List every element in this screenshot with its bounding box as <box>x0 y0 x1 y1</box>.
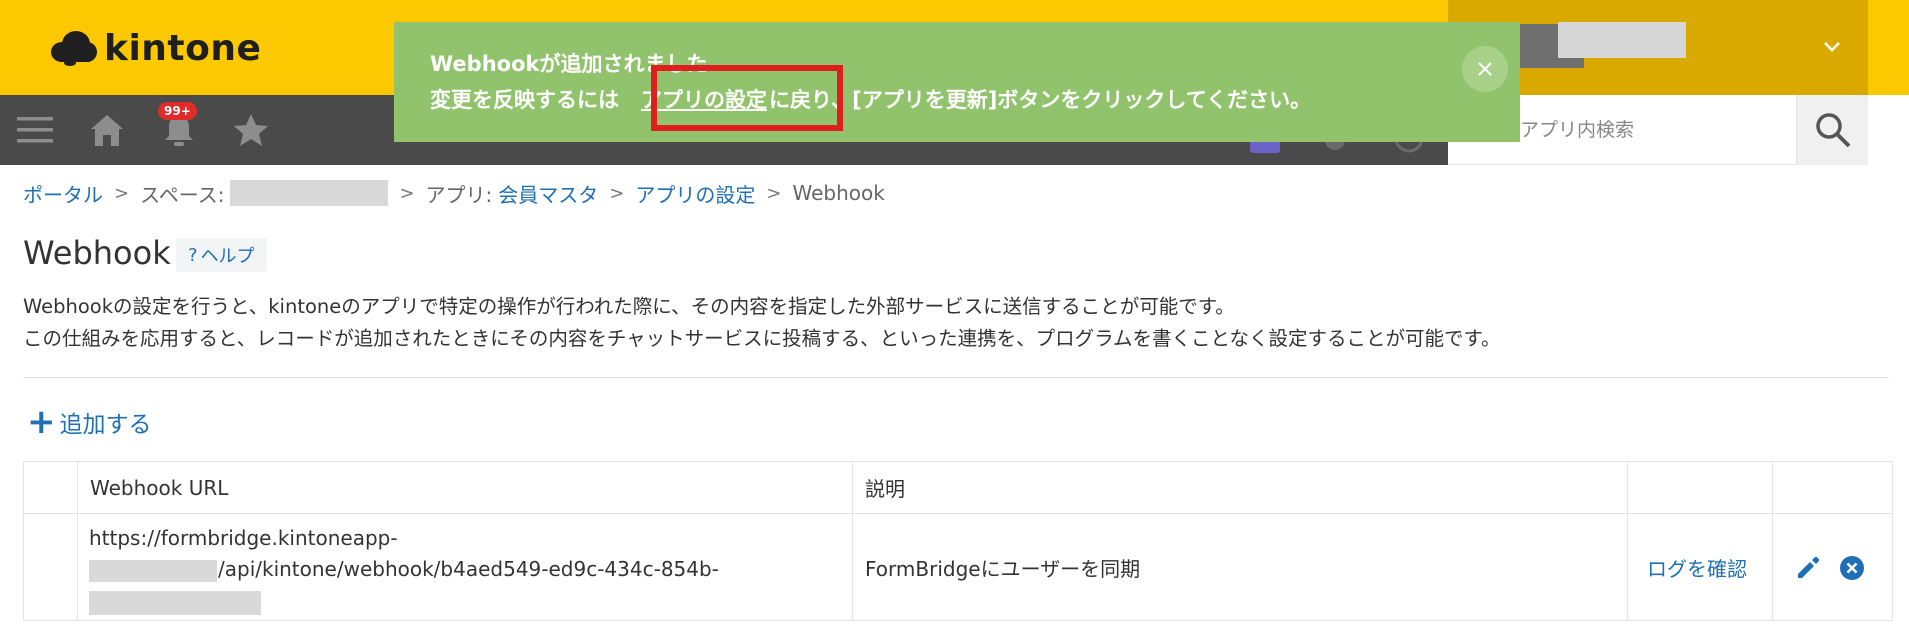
breadcrumb-separator: > <box>114 182 130 204</box>
kintone-logo[interactable]: kintone <box>50 26 261 70</box>
description-line-2: この仕組みを応用すると、レコードが追加されたときにその内容をチャットサービスに投… <box>23 327 1501 350</box>
webhook-table: Webhook URL 説明 https://formbridge.kinton… <box>23 461 1893 621</box>
add-webhook-button[interactable]: + 追加する <box>27 404 152 440</box>
url-redacted-segment <box>89 559 217 582</box>
section-divider <box>23 377 1889 378</box>
pencil-icon <box>1798 556 1820 578</box>
webhook-url-line-1: https://formbridge.kintoneapp- <box>89 526 398 550</box>
search-button[interactable] <box>1796 95 1868 165</box>
user-name-redacted <box>1558 22 1686 58</box>
breadcrumb: ポータル > スペース: > アプリ: 会員マスタ > アプリの設定 > Web… <box>23 178 885 208</box>
help-button[interactable]: ? ヘルプ <box>176 238 267 272</box>
logo-text: kintone <box>104 27 262 69</box>
search-icon <box>1815 113 1850 148</box>
url-redacted-tail <box>89 591 261 615</box>
star-icon[interactable] <box>230 109 272 151</box>
breadcrumb-app-label: アプリ: <box>425 182 493 207</box>
table-row-blank <box>23 513 77 621</box>
delete-button[interactable] <box>1837 553 1867 583</box>
add-label: 追加する <box>59 412 152 438</box>
table-header-blank <box>23 461 77 513</box>
success-notification: Webhookが追加されました 変更を反映するには アプリの設定 に戻り、[アプ… <box>394 22 1520 142</box>
chevron-down-icon[interactable] <box>1820 34 1844 58</box>
question-icon: ? <box>188 244 198 266</box>
table-header-log <box>1627 461 1772 513</box>
notification-suffix: に戻り、[アプリを更新]ボタンをクリックしてください。 <box>769 88 1312 112</box>
breadcrumb-space-label: スペース: <box>140 182 225 207</box>
notification-prefix: 変更を反映するには <box>430 88 619 112</box>
breadcrumb-app-settings[interactable]: アプリの設定 <box>635 179 755 208</box>
close-icon <box>1478 62 1492 76</box>
breadcrumb-separator: > <box>399 182 415 204</box>
description-line-1: Webhookの設定を行うと、kintoneのアプリで特定の操作が行われた際に、… <box>23 295 1235 318</box>
table-header-actions <box>1772 461 1893 513</box>
notification-message: 変更を反映するには アプリの設定 に戻り、[アプリを更新]ボタンをクリックしてく… <box>430 84 1311 114</box>
breadcrumb-space-redacted[interactable] <box>230 180 389 206</box>
table-header-description: 説明 <box>852 461 1627 513</box>
plus-icon: + <box>27 402 56 442</box>
page-title: Webhook <box>23 234 171 272</box>
delete-circle-icon <box>1840 556 1864 580</box>
view-log-link[interactable]: ログを確認 <box>1647 553 1747 582</box>
webhook-description: FormBridgeにユーザーを同期 <box>865 557 1141 581</box>
breadcrumb-portal[interactable]: ポータル <box>23 179 103 208</box>
breadcrumb-current: Webhook <box>792 181 885 205</box>
webhook-url: https://formbridge.kintoneapp- /api/kint… <box>89 523 719 616</box>
breadcrumb-app-name[interactable]: 会員マスタ <box>498 179 598 208</box>
menu-icon[interactable] <box>14 109 56 151</box>
highlight-annotation-box <box>651 65 843 131</box>
notification-count-badge: 99+ <box>158 102 197 120</box>
table-header-url: Webhook URL <box>77 461 852 513</box>
webhook-url-line-2: /api/kintone/webhook/b4aed549-ed9c-434c-… <box>218 557 719 581</box>
cloud-logo-icon <box>51 31 97 66</box>
table-cell-actions-bg <box>1772 513 1893 621</box>
edit-button[interactable] <box>1793 553 1823 583</box>
home-icon[interactable] <box>86 109 128 151</box>
notification-close-button[interactable] <box>1462 46 1508 92</box>
breadcrumb-separator: > <box>609 182 625 204</box>
help-label: ヘルプ <box>200 246 255 267</box>
breadcrumb-separator: > <box>766 182 782 204</box>
